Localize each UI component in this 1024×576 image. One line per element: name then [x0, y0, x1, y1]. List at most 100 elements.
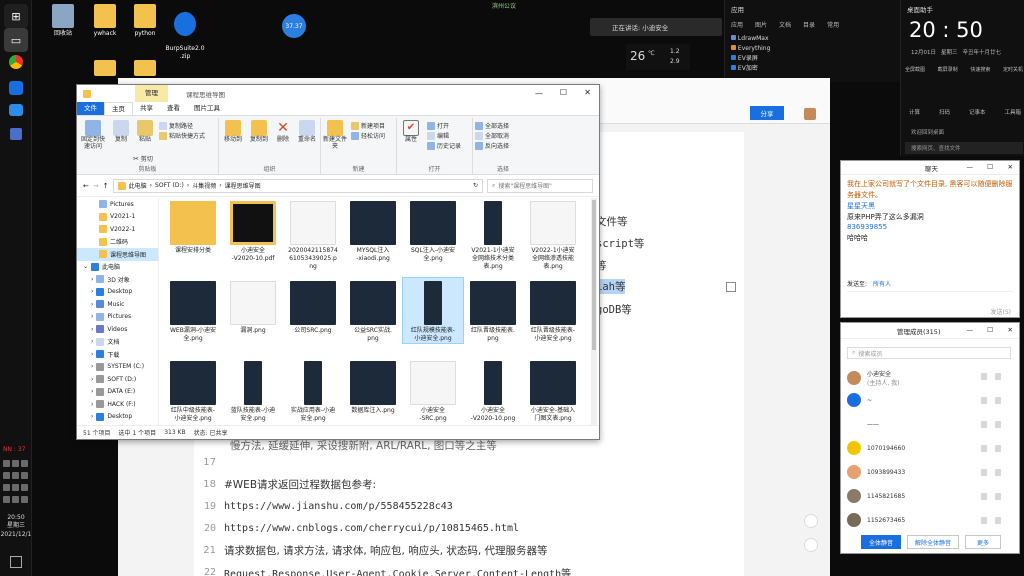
camera-icon[interactable]: [995, 517, 1001, 524]
member-controls[interactable]: [981, 469, 1009, 476]
tray-icons-row-1[interactable]: [3, 460, 29, 470]
history-button[interactable]: 历史记录: [427, 141, 461, 150]
member-row[interactable]: 小迪安全 (主持人, 我): [847, 369, 900, 387]
nav-item[interactable]: V2022-1: [77, 223, 158, 236]
file-item[interactable]: 2020042115874 61053439025.p ng: [283, 198, 343, 270]
user-avatar[interactable]: [804, 108, 816, 120]
close-button[interactable]: ✕: [584, 88, 591, 97]
app-item[interactable]: EV录屏: [731, 54, 770, 64]
apps-tab[interactable]: 常用: [827, 20, 839, 29]
assistant-search[interactable]: 搜索网页、查找文件: [905, 142, 1023, 154]
close-button[interactable]: ✕: [1008, 326, 1013, 334]
member-controls[interactable]: [981, 421, 1009, 428]
minimize-button[interactable]: —: [535, 89, 543, 98]
action-search[interactable]: 快速搜索: [970, 66, 990, 73]
minimize-button[interactable]: —: [967, 326, 974, 334]
nav-item[interactable]: › 下载: [77, 348, 158, 361]
scroll-top-button[interactable]: [804, 514, 818, 528]
action-toolbox[interactable]: 工具箱: [1004, 108, 1021, 116]
nav-item[interactable]: › HACK (F:): [77, 398, 158, 411]
mic-icon[interactable]: [981, 493, 987, 500]
maximize-button[interactable]: ☐: [560, 88, 567, 97]
notification-icon[interactable]: [10, 556, 22, 568]
member-row[interactable]: ~: [847, 393, 872, 407]
line-link[interactable]: https://www.jianshu.com/p/558455228c43: [224, 501, 453, 512]
tab-picture-tools[interactable]: 图片工具: [187, 102, 227, 115]
mute-all-button[interactable]: 全体静音: [861, 535, 901, 549]
tab-file[interactable]: 文件: [77, 102, 104, 115]
camera-icon[interactable]: [995, 421, 1001, 428]
mic-icon[interactable]: [981, 445, 987, 452]
desktop-icon-recycle-bin[interactable]: 回收站: [40, 4, 86, 38]
cloud-icon[interactable]: [4, 98, 28, 122]
breadcrumb-item[interactable]: 斗集视频: [192, 181, 216, 190]
tab-view[interactable]: 查看: [160, 102, 187, 115]
file-item-selected[interactable]: 红队规模技能表- 小迪安全.png: [402, 277, 464, 344]
meeting-app-icon[interactable]: [4, 76, 28, 100]
file-scrollbar[interactable]: [591, 198, 597, 426]
file-item[interactable]: V2022-1小迪安 全网络渗透技能 表.png: [523, 198, 583, 270]
action-shutdown[interactable]: 定时关机: [1003, 66, 1023, 73]
app-item[interactable]: EV加密: [731, 64, 770, 74]
apps-tab[interactable]: 文档: [779, 20, 791, 29]
up-icon[interactable]: ↑: [103, 182, 109, 190]
mic-icon[interactable]: [981, 421, 987, 428]
scroll-bottom-button[interactable]: [804, 538, 818, 552]
apps-tab[interactable]: 目录: [803, 20, 815, 29]
member-row[interactable]: ——: [847, 417, 879, 431]
app-item[interactable]: Everything: [731, 44, 770, 54]
member-controls[interactable]: [981, 373, 1009, 380]
nav-item[interactable]: › 3D 对象: [77, 273, 158, 286]
nav-item[interactable]: 二维码: [77, 236, 158, 249]
select-all-button[interactable]: 全部选择: [475, 121, 509, 130]
paste-button[interactable]: 粘贴: [131, 120, 159, 144]
action-screenshot[interactable]: 全屏截图: [905, 66, 925, 73]
mic-icon[interactable]: [981, 373, 987, 380]
tab-share[interactable]: 共享: [133, 102, 160, 115]
scrollbar-thumb[interactable]: [592, 200, 596, 350]
mic-icon[interactable]: [981, 397, 987, 404]
pin-quick-access-button[interactable]: 固定到快速访问: [79, 120, 107, 151]
member-row[interactable]: 1152673465: [847, 513, 905, 527]
cut-button[interactable]: ✂ 剪切: [133, 154, 153, 164]
file-item[interactable]: V2021-1小迪安 全网络技术分类 表.png: [463, 198, 523, 270]
tray-icons-row-3[interactable]: [3, 484, 29, 494]
action-scan[interactable]: 扫码: [939, 108, 950, 116]
camera-icon[interactable]: [995, 373, 1001, 380]
address-bar[interactable]: 此电脑 › SOFT (D:) › 斗集视频 › 课程思维导图 ↻: [112, 178, 483, 193]
tray-icons-row-2[interactable]: [3, 472, 29, 482]
new-item-button[interactable]: 新建项目: [351, 121, 385, 130]
breadcrumb-item[interactable]: 课程思维导图: [225, 181, 261, 190]
app-item[interactable]: LdrawMax: [731, 34, 770, 44]
close-button[interactable]: ✕: [1008, 163, 1013, 171]
breadcrumb-item[interactable]: 此电脑: [129, 181, 147, 190]
nav-item[interactable]: › Desktop: [77, 411, 158, 424]
nav-item[interactable]: › SOFT (D:): [77, 373, 158, 386]
nav-item-selected[interactable]: 课程思维导图: [77, 248, 158, 261]
nav-item[interactable]: › DATA (E:): [77, 386, 158, 399]
nav-item[interactable]: Pictures: [77, 198, 158, 211]
file-item[interactable]: 课程安排分类: [163, 198, 223, 255]
chat-input[interactable]: [847, 291, 1013, 315]
nav-item[interactable]: › SYSTEM (C:): [77, 361, 158, 374]
action-notepad[interactable]: 记事本: [969, 108, 986, 116]
tab-home[interactable]: 主页: [104, 102, 133, 115]
edit-button[interactable]: 编辑: [427, 131, 449, 140]
action-record[interactable]: 截屏录制: [938, 66, 958, 73]
more-button[interactable]: 更多: [965, 535, 1001, 549]
camera-icon[interactable]: [995, 493, 1001, 500]
move-to-button[interactable]: 移动到: [219, 120, 247, 144]
new-folder-button[interactable]: 新建文件夹: [321, 120, 349, 151]
chrome-icon[interactable]: [4, 50, 28, 74]
camera-icon[interactable]: [995, 397, 1001, 404]
member-controls[interactable]: [981, 445, 1009, 452]
file-item[interactable]: 红队中级技能表- 小迪安全.png: [163, 358, 223, 423]
settings-icon[interactable]: [4, 122, 28, 146]
context-tab-manage[interactable]: 管理: [135, 85, 168, 102]
file-item[interactable]: SQL注入-小迪安 全.png: [403, 198, 463, 263]
file-item[interactable]: 红队晋级技能表. png: [463, 278, 523, 343]
member-controls[interactable]: [981, 397, 1009, 404]
member-row[interactable]: 1145821685: [847, 489, 905, 503]
send-to-select[interactable]: 所有人: [873, 279, 891, 288]
nav-item[interactable]: › 文档: [77, 336, 158, 349]
